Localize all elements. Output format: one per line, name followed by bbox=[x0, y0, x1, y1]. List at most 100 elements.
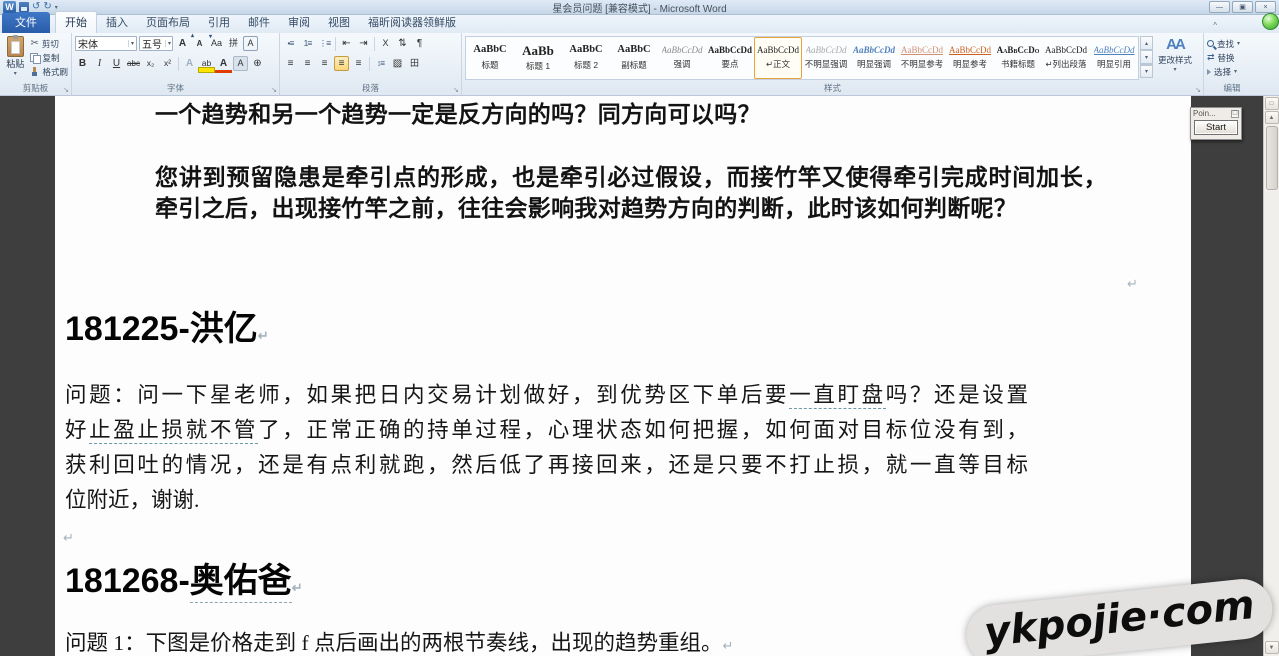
floating-ball-overlay-icon[interactable] bbox=[1262, 13, 1279, 30]
style-item-intense-reference[interactable]: AaBbCcDd 明显参考 bbox=[946, 37, 994, 79]
tab-view[interactable]: 视图 bbox=[319, 12, 359, 33]
font-name-dropdown-icon[interactable]: ▾ bbox=[128, 40, 134, 47]
vertical-scrollbar[interactable]: □ ▲ ▼ bbox=[1263, 96, 1279, 656]
style-item-normal[interactable]: AaBbCcDd ↵正文 bbox=[754, 37, 802, 79]
close-button[interactable]: × bbox=[1255, 1, 1276, 13]
tab-page-layout[interactable]: 页面布局 bbox=[137, 12, 199, 33]
decrease-indent-button[interactable]: ⇤ bbox=[339, 36, 354, 51]
enclose-characters-button[interactable]: ⊕ bbox=[250, 56, 265, 71]
font-size-dropdown-icon[interactable]: ▾ bbox=[165, 40, 171, 47]
find-dropdown-icon[interactable]: ▾ bbox=[1237, 40, 1240, 47]
gallery-scroll-up-icon[interactable]: ▴ bbox=[1140, 36, 1153, 50]
paste-dropdown-icon[interactable]: ▾ bbox=[14, 70, 17, 77]
change-styles-button[interactable]: AA 更改样式 ▾ bbox=[1153, 35, 1197, 80]
scrollbar-ruler-toggle-icon[interactable]: □ bbox=[1265, 97, 1279, 110]
tab-mailings[interactable]: 邮件 bbox=[239, 12, 279, 33]
line-spacing-button[interactable]: ↕≡ bbox=[373, 56, 388, 71]
tab-references[interactable]: 引用 bbox=[199, 12, 239, 33]
align-center-button[interactable]: ≡ bbox=[300, 56, 315, 71]
cut-button[interactable]: ✂ 剪切 bbox=[30, 37, 68, 50]
numbering-button[interactable]: 1≡ bbox=[300, 36, 315, 51]
font-dialog-launcher[interactable]: ↘ bbox=[271, 87, 277, 94]
change-styles-dropdown-icon[interactable]: ▾ bbox=[1173, 66, 1176, 73]
font-color-button[interactable]: A bbox=[216, 56, 231, 71]
tab-review[interactable]: 审阅 bbox=[279, 12, 319, 33]
style-item-emphasis[interactable]: AaBbCcDd 强调 bbox=[658, 37, 706, 79]
scrollbar-down-icon[interactable]: ▼ bbox=[1265, 641, 1279, 654]
doc-line-prev-question[interactable]: 一个趋势和另一个趋势一定是反方向的吗？同方向可以吗？ bbox=[155, 99, 761, 129]
gallery-scroll-down-icon[interactable]: ▾ bbox=[1140, 50, 1153, 64]
superscript-button[interactable]: x² bbox=[160, 56, 175, 71]
underline-button[interactable]: U bbox=[109, 56, 124, 71]
style-item-book-title[interactable]: AaBbCcDo 书籍标题 bbox=[994, 37, 1042, 79]
copy-button[interactable]: 复制 bbox=[30, 51, 68, 64]
doc-line-q1-2[interactable]: 好止盈止损就不管了，正常正确的持单过程，心理状态如何把握，如何面对目标位没有到， bbox=[65, 415, 1028, 445]
align-right-button[interactable]: ≡ bbox=[317, 56, 332, 71]
character-border-button[interactable]: A bbox=[243, 36, 258, 51]
doc-line-q1-4[interactable]: 位附近，谢谢. bbox=[65, 485, 199, 515]
repeat-icon[interactable]: ↻ bbox=[43, 2, 51, 12]
document-page[interactable]: 一个趋势和另一个趋势一定是反方向的吗？同方向可以吗？ 您讲到预留隐患是牵引点的形… bbox=[55, 96, 1191, 656]
word-logo-icon[interactable]: W bbox=[3, 1, 16, 13]
restore-button[interactable]: ▣ bbox=[1232, 1, 1253, 13]
style-item-intense-emphasis[interactable]: AaBbCcDd 明显强调 bbox=[850, 37, 898, 79]
text-effects-button[interactable]: A bbox=[182, 56, 197, 71]
align-left-button[interactable]: ≡ bbox=[283, 56, 298, 71]
shading-button[interactable]: ▨ bbox=[390, 56, 405, 71]
sort-button[interactable]: ⇅ bbox=[395, 36, 410, 51]
replace-button[interactable]: ⇄ 替换 bbox=[1207, 51, 1257, 64]
styles-dialog-launcher[interactable]: ↘ bbox=[1195, 87, 1201, 94]
highlight-button[interactable]: ab bbox=[199, 56, 214, 71]
gallery-more-icon[interactable]: ▾ bbox=[1140, 64, 1153, 78]
grow-font-button[interactable]: A bbox=[175, 36, 190, 51]
strikethrough-button[interactable]: abc bbox=[126, 56, 141, 71]
collapse-ribbon-icon[interactable]: ^ bbox=[1213, 21, 1217, 30]
style-item-heading2[interactable]: AaBbC 标题 2 bbox=[562, 37, 610, 79]
doc-line-prev-para-1[interactable]: 您讲到预留隐患是牵引点的形成，也是牵引必过假设，而接竹竿又使得牵引完成时间加长， bbox=[155, 162, 1107, 192]
scrollbar-thumb[interactable] bbox=[1266, 126, 1278, 190]
style-item-title[interactable]: AaBbC 标题 bbox=[466, 37, 514, 79]
italic-button[interactable]: I bbox=[92, 56, 107, 71]
format-painter-button[interactable]: 格式刷 bbox=[30, 65, 68, 78]
save-icon[interactable] bbox=[19, 2, 29, 12]
distribute-button[interactable]: ≡ bbox=[351, 56, 366, 71]
doc-line-q2[interactable]: 问题 1：下图是价格走到 f 点后画出的两根节奏线，出现的趋势重组。↵ bbox=[65, 628, 733, 656]
character-shading-button[interactable]: A bbox=[233, 56, 248, 71]
tab-insert[interactable]: 插入 bbox=[97, 12, 137, 33]
increase-indent-button[interactable]: ⇥ bbox=[356, 36, 371, 51]
scrollbar-up-icon[interactable]: ▲ bbox=[1265, 111, 1279, 124]
clipboard-dialog-launcher[interactable]: ↘ bbox=[63, 87, 69, 94]
bold-button[interactable]: B bbox=[75, 56, 90, 71]
style-item-strong[interactable]: AaBbCcDd 要点 bbox=[706, 37, 754, 79]
shrink-font-button[interactable]: A bbox=[192, 36, 207, 51]
tab-file[interactable]: 文件 bbox=[2, 12, 50, 33]
tab-foxit-reader[interactable]: 福昕阅读器领鲜版 bbox=[359, 12, 465, 33]
doc-line-q1-3[interactable]: 获利回吐的情况，还是有点利就跑，然后低了再接回来，还是只要不打止损，就一直等目标 bbox=[65, 450, 1028, 480]
style-item-subtle-emphasis[interactable]: AaBbCcDd 不明显强调 bbox=[802, 37, 850, 79]
select-dropdown-icon[interactable]: ▾ bbox=[1234, 68, 1237, 75]
widget-start-button[interactable]: Start bbox=[1194, 120, 1238, 135]
borders-button[interactable]: 田 bbox=[407, 56, 422, 71]
minimize-button[interactable]: — bbox=[1209, 1, 1230, 13]
style-item-intense-quote[interactable]: AaBbCcDd 明显引用 bbox=[1090, 37, 1138, 79]
style-item-heading1[interactable]: AaBb 标题 1 bbox=[514, 37, 562, 79]
paragraph-dialog-launcher[interactable]: ↘ bbox=[453, 87, 459, 94]
style-item-subtitle[interactable]: AaBbC 副标题 bbox=[610, 37, 658, 79]
widget-box-icon[interactable]: □ bbox=[1231, 110, 1239, 118]
show-hide-marks-button[interactable]: ¶ bbox=[412, 36, 427, 51]
qat-dropdown-icon[interactable]: ▾ bbox=[55, 4, 58, 11]
font-name-combo[interactable]: 宋体 ▾ bbox=[75, 36, 137, 51]
multilevel-list-button[interactable]: ⋮≡ bbox=[317, 36, 332, 51]
style-item-subtle-reference[interactable]: AaBbCcDd 不明显参考 bbox=[898, 37, 946, 79]
subscript-button[interactable]: x₂ bbox=[143, 56, 158, 71]
doc-line-prev-para-2[interactable]: 牵引之后，出现接竹竿之前，往往会影响我对趋势方向的判断，此时该如何判断呢？ bbox=[155, 193, 1017, 223]
justify-button[interactable]: ≡ bbox=[334, 56, 349, 71]
doc-heading-181268[interactable]: 181268-奥佑爸↵ bbox=[65, 560, 303, 609]
bullets-button[interactable]: •≡ bbox=[283, 36, 298, 51]
style-item-list-paragraph[interactable]: AaBbCcDd ↵列出段落 bbox=[1042, 37, 1090, 79]
doc-line-q1-1[interactable]: 问题：问一下星老师，如果把日内交易计划做好，到优势区下单后要一直盯盘吗？还是设置 bbox=[65, 380, 1028, 410]
font-size-combo[interactable]: 五号 ▾ bbox=[139, 36, 173, 51]
undo-icon[interactable]: ↺ bbox=[32, 2, 40, 12]
select-button[interactable]: 选择 ▾ bbox=[1207, 65, 1257, 78]
asian-layout-button[interactable]: X bbox=[378, 36, 393, 51]
